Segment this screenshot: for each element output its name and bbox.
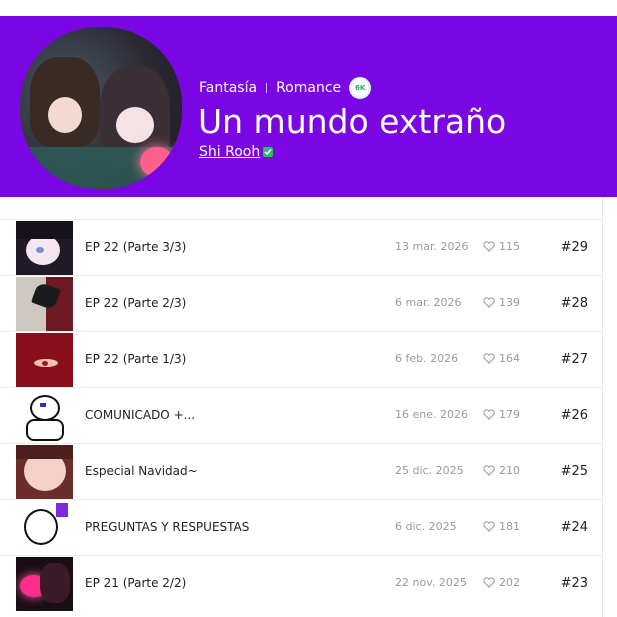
episode-list-container: EP 22 (Parte 3/3) 13 mar. 2026 115 #29 E… xyxy=(0,197,603,617)
heart-icon xyxy=(483,577,495,588)
heart-icon xyxy=(483,521,495,532)
author-name[interactable]: Shi Rooh xyxy=(199,144,260,160)
episode-date: 6 mar. 2026 xyxy=(395,296,462,309)
episode-date: 6 feb. 2026 xyxy=(395,352,459,365)
episode-likes: 202 xyxy=(483,576,520,589)
genre-romance[interactable]: Romance xyxy=(276,80,341,96)
episode-title[interactable]: PREGUNTAS Y RESPUESTAS xyxy=(85,520,249,534)
genre-separator xyxy=(266,83,268,93)
episode-thumbnail[interactable] xyxy=(16,333,73,387)
episode-title[interactable]: EP 21 (Parte 2/2) xyxy=(85,576,186,590)
author-link[interactable]: Shi Rooh xyxy=(199,144,274,160)
like-count: 139 xyxy=(499,296,520,309)
episode-number: #29 xyxy=(560,240,588,255)
episode-title[interactable]: COMUNICADO +... xyxy=(85,408,195,422)
episode-row[interactable]: EP 22 (Parte 3/3) 13 mar. 2026 115 #29 xyxy=(0,219,603,275)
like-count: 115 xyxy=(499,240,520,253)
episode-likes: 210 xyxy=(483,464,520,477)
heart-icon xyxy=(483,297,495,308)
episode-row[interactable]: EP 21 (Parte 2/2) 22 nov. 2025 202 #23 xyxy=(0,555,603,611)
episode-date: 22 nov. 2025 xyxy=(395,576,467,589)
episode-likes: 115 xyxy=(483,240,520,253)
episode-thumbnail[interactable] xyxy=(16,501,73,555)
episode-title[interactable]: EP 22 (Parte 3/3) xyxy=(85,240,186,254)
episode-likes: 181 xyxy=(483,520,520,533)
episode-row[interactable]: Especial Navidad~ 25 dic. 2025 210 #25 xyxy=(0,443,603,499)
episode-date: 16 ene. 2026 xyxy=(395,408,468,421)
genre-fantasy[interactable]: Fantasía xyxy=(199,80,257,96)
heart-icon xyxy=(483,241,495,252)
episode-list: EP 22 (Parte 3/3) 13 mar. 2026 115 #29 E… xyxy=(0,219,603,611)
episode-row[interactable]: PREGUNTAS Y RESPUESTAS 6 dic. 2025 181 #… xyxy=(0,499,603,555)
episode-thumbnail[interactable] xyxy=(16,445,73,499)
episode-number: #28 xyxy=(560,296,588,311)
like-count: 179 xyxy=(499,408,520,421)
episode-number: #23 xyxy=(560,576,588,591)
episode-likes: 179 xyxy=(483,408,520,421)
episode-number: #25 xyxy=(560,464,588,479)
episode-thumbnail[interactable] xyxy=(16,277,73,331)
episode-title[interactable]: Especial Navidad~ xyxy=(85,464,198,478)
heart-icon xyxy=(483,353,495,364)
episode-row[interactable]: COMUNICADO +... 16 ene. 2026 179 #26 xyxy=(0,387,603,443)
like-count: 181 xyxy=(499,520,520,533)
episode-thumbnail[interactable] xyxy=(16,221,73,275)
like-count: 210 xyxy=(499,464,520,477)
episode-number: #27 xyxy=(560,352,588,367)
episode-date: 25 dic. 2025 xyxy=(395,464,464,477)
episode-title[interactable]: EP 22 (Parte 1/3) xyxy=(85,352,186,366)
episode-date: 13 mar. 2026 xyxy=(395,240,469,253)
views-badge: 6K xyxy=(349,77,372,99)
like-count: 164 xyxy=(499,352,520,365)
heart-icon xyxy=(483,465,495,476)
episode-row[interactable]: EP 22 (Parte 1/3) 6 feb. 2026 164 #27 xyxy=(0,331,603,387)
episode-row[interactable]: EP 22 (Parte 2/3) 6 mar. 2026 139 #28 xyxy=(0,275,603,331)
like-count: 202 xyxy=(499,576,520,589)
verified-icon xyxy=(263,147,274,157)
episode-likes: 139 xyxy=(483,296,520,309)
genre-list: Fantasía Romance 6K xyxy=(199,77,372,99)
episode-thumbnail[interactable] xyxy=(16,389,73,443)
episode-number: #24 xyxy=(560,520,588,535)
episode-number: #26 xyxy=(560,408,588,423)
series-title: Un mundo extraño xyxy=(198,102,507,141)
series-cover-image xyxy=(20,27,182,189)
episode-date: 6 dic. 2025 xyxy=(395,520,457,533)
episode-title[interactable]: EP 22 (Parte 2/3) xyxy=(85,296,186,310)
episode-likes: 164 xyxy=(483,352,520,365)
episode-thumbnail[interactable] xyxy=(16,557,73,611)
heart-icon xyxy=(483,409,495,420)
